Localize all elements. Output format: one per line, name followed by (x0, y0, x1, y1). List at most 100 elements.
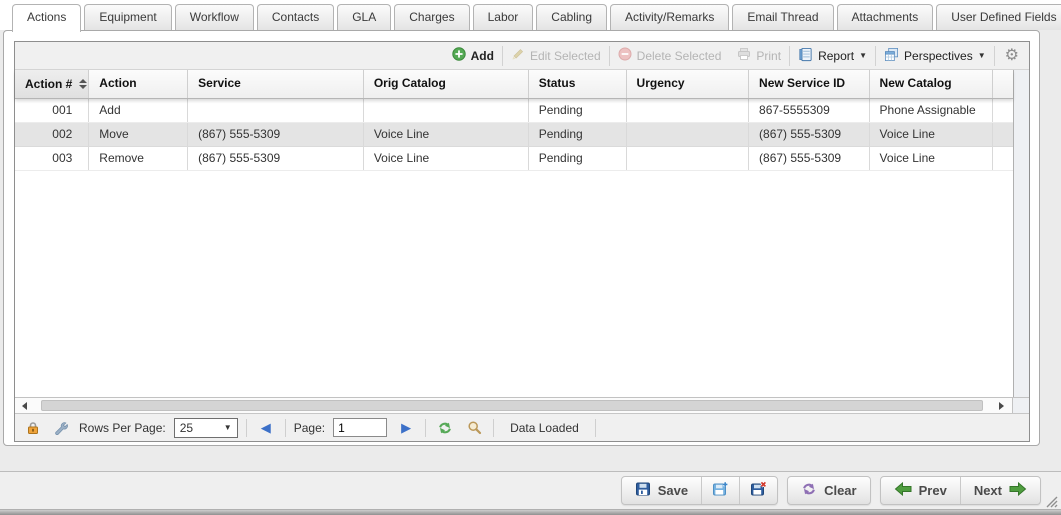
report-icon (798, 47, 813, 65)
scrollbar-corner (1012, 398, 1029, 413)
cell-new-catalog: Voice Line (870, 147, 993, 170)
cell-filler (993, 99, 1013, 122)
chevron-down-icon: ▼ (224, 424, 232, 432)
column-header-status[interactable]: Status (529, 70, 627, 98)
table-row[interactable]: 003 Remove (867) 555-5309 Voice Line Pen… (15, 147, 1013, 171)
edit-selected-button[interactable]: Edit Selected (503, 42, 609, 69)
prev-button[interactable]: Prev (881, 477, 961, 504)
horizontal-scrollbar-thumb[interactable] (41, 400, 983, 411)
add-button-label: Add (471, 49, 494, 63)
column-header-filler (993, 70, 1013, 98)
cell-urgency (627, 99, 749, 122)
cell-filler (993, 147, 1013, 170)
column-header-new-catalog[interactable]: New Catalog (870, 70, 993, 98)
table-row[interactable]: 002 Move (867) 555-5309 Voice Line Pendi… (15, 123, 1013, 147)
sort-icon (79, 79, 87, 89)
rows-per-page-label: Rows Per Page: (79, 421, 166, 435)
perspectives-dropdown-button[interactable]: Perspectives ▼ (876, 42, 994, 69)
cell-urgency (627, 123, 749, 146)
column-header-orig-catalog[interactable]: Orig Catalog (364, 70, 529, 98)
next-page-arrow[interactable]: ▶ (395, 421, 417, 434)
cell-action: Move (89, 123, 188, 146)
column-header-label: Action # (25, 77, 72, 91)
print-icon (737, 47, 751, 64)
print-label: Print (756, 49, 781, 63)
refresh-icon[interactable] (434, 420, 456, 436)
cell-urgency (627, 147, 749, 170)
pager-separator (425, 419, 426, 437)
column-header-service[interactable]: Service (188, 70, 364, 98)
grid-body: 001 Add Pending 867-5555309 Phone Assign… (15, 99, 1013, 397)
cell-new-service-id: (867) 555-5309 (749, 123, 870, 146)
grid-settings-button[interactable]: ⚙ (995, 42, 1029, 69)
cell-action: Add (89, 99, 188, 122)
delete-selected-button[interactable]: Delete Selected (610, 42, 730, 69)
save-and-new-button[interactable] (702, 477, 740, 504)
cell-status: Pending (529, 123, 627, 146)
tab-gla[interactable]: GLA (337, 4, 391, 30)
pager-separator (595, 419, 596, 437)
cell-new-catalog: Voice Line (870, 123, 993, 146)
grid-toolbar: Add Edit Selected Delete Selected (15, 42, 1029, 70)
clear-icon (801, 481, 817, 500)
cell-status: Pending (529, 147, 627, 170)
save-button[interactable]: Save (622, 477, 702, 504)
wrench-icon[interactable] (51, 421, 71, 435)
tab-email-thread[interactable]: Email Thread (732, 4, 833, 30)
perspectives-label: Perspectives (904, 49, 973, 63)
save-button-label: Save (658, 483, 688, 498)
tab-cabling[interactable]: Cabling (536, 4, 607, 30)
tab-charges[interactable]: Charges (394, 4, 469, 30)
tab-workflow[interactable]: Workflow (175, 4, 254, 30)
save-icon (635, 481, 651, 500)
scroll-left-arrow[interactable] (22, 402, 27, 410)
gear-icon: ⚙ (1005, 48, 1019, 64)
print-button[interactable]: Print (729, 42, 789, 69)
vertical-scrollbar-track[interactable] (1013, 70, 1029, 397)
table-row[interactable]: 001 Add Pending 867-5555309 Phone Assign… (15, 99, 1013, 123)
lock-icon[interactable] (23, 421, 43, 435)
tab-actions[interactable]: Actions (12, 4, 81, 32)
cell-orig-catalog: Voice Line (364, 123, 529, 146)
prev-arrow-icon (894, 482, 912, 499)
tab-activity-remarks[interactable]: Activity/Remarks (610, 4, 729, 30)
cell-service (188, 99, 364, 122)
tab-contacts[interactable]: Contacts (257, 4, 334, 30)
search-icon[interactable] (464, 420, 485, 435)
add-button[interactable]: Add (444, 42, 502, 69)
page-input[interactable] (333, 418, 387, 437)
scroll-right-arrow[interactable] (999, 402, 1004, 410)
grid-header-row: Action # Action Service Orig Catalog Sta… (15, 70, 1013, 99)
prev-next-button-group: Prev Next (880, 476, 1041, 505)
prev-page-arrow[interactable]: ◀ (255, 421, 277, 434)
clear-button-group: Clear (787, 476, 871, 505)
tab-equipment[interactable]: Equipment (84, 4, 171, 30)
cell-action: Remove (89, 147, 188, 170)
tab-user-defined-fields[interactable]: User Defined Fields (936, 4, 1061, 30)
cell-service: (867) 555-5309 (188, 123, 364, 146)
column-header-action[interactable]: Action (89, 70, 188, 98)
tab-labor[interactable]: Labor (473, 4, 534, 30)
next-button-label: Next (974, 483, 1002, 498)
cell-action-num: 001 (15, 99, 89, 122)
footer-button-bar: Save Clear Prev Next (0, 471, 1061, 509)
save-and-close-button[interactable] (740, 477, 777, 504)
edit-selected-label: Edit Selected (530, 49, 601, 63)
rows-per-page-select[interactable]: 25 ▼ (174, 418, 238, 438)
page-label: Page: (294, 421, 325, 435)
horizontal-scrollbar (15, 397, 1029, 413)
tab-attachments[interactable]: Attachments (837, 4, 934, 30)
clear-button[interactable]: Clear (788, 477, 870, 504)
column-header-action-num[interactable]: Action # (15, 70, 89, 98)
save-button-group: Save (621, 476, 778, 505)
cell-new-catalog: Phone Assignable (870, 99, 993, 122)
grid-table: Action # Action Service Orig Catalog Sta… (15, 70, 1013, 397)
report-dropdown-button[interactable]: Report ▼ (790, 42, 875, 69)
tab-content-panel: Add Edit Selected Delete Selected (3, 30, 1040, 446)
pager-separator (493, 419, 494, 437)
prev-button-label: Prev (919, 483, 947, 498)
data-loaded-status: Data Loaded (502, 421, 587, 435)
next-button[interactable]: Next (961, 477, 1040, 504)
column-header-new-service-id[interactable]: New Service ID (749, 70, 870, 98)
column-header-urgency[interactable]: Urgency (627, 70, 749, 98)
